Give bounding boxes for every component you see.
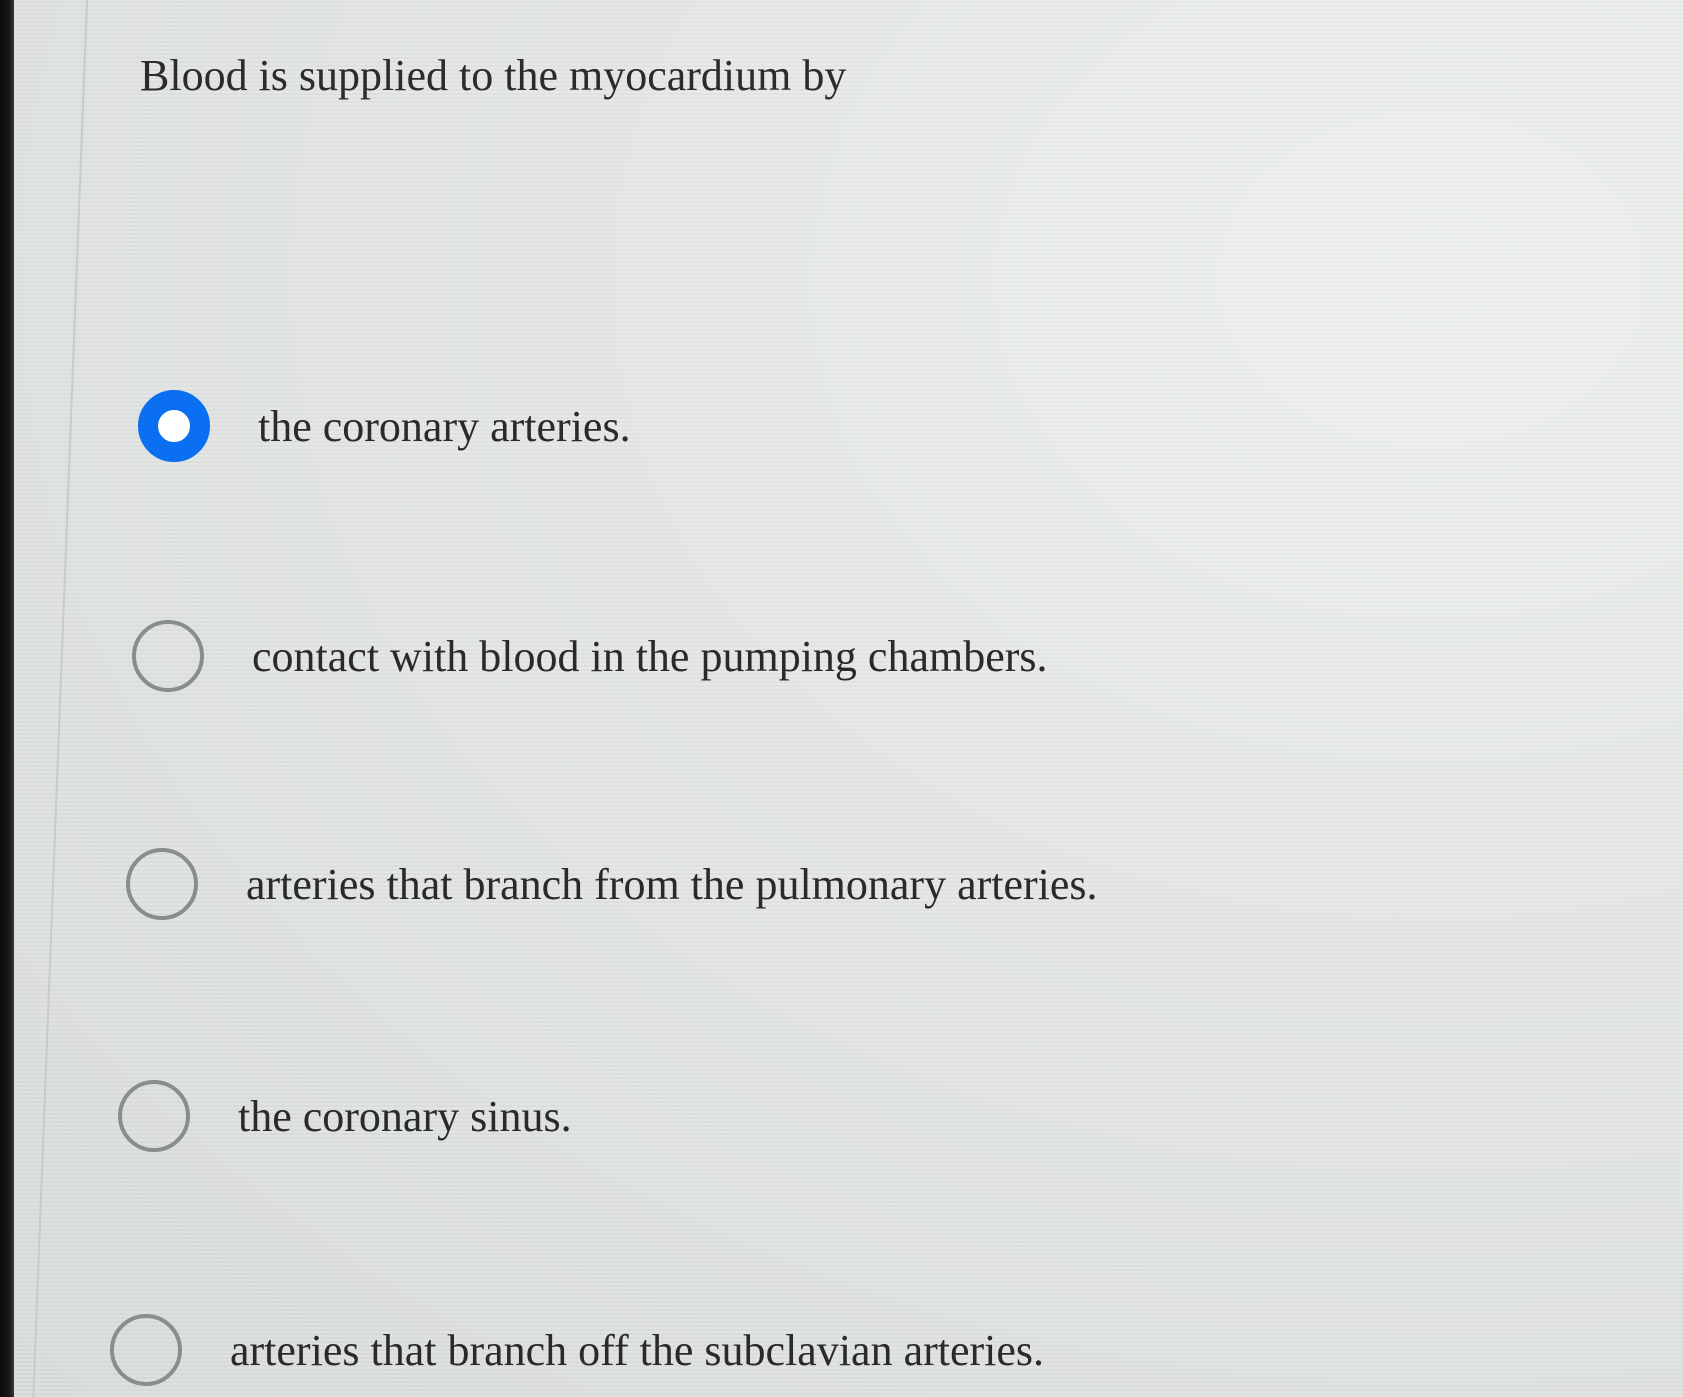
radio-unselected-icon[interactable] <box>118 1080 190 1152</box>
option-label: arteries that branch off the subclavian … <box>230 1325 1045 1375</box>
radio-unselected-icon[interactable] <box>110 1314 182 1386</box>
option-label: arteries that branch from the pulmonary … <box>246 859 1098 909</box>
radio-selected-icon[interactable] <box>138 390 210 462</box>
quiz-screen: Blood is supplied to the myocardium by t… <box>0 0 1683 1397</box>
radio-unselected-icon[interactable] <box>132 620 204 692</box>
option-coronary-arteries[interactable]: the coronary arteries. <box>138 390 631 462</box>
panel-edge-divider <box>32 0 88 1397</box>
radio-unselected-icon[interactable] <box>126 848 198 920</box>
option-coronary-sinus[interactable]: the coronary sinus. <box>118 1080 572 1152</box>
option-label: the coronary sinus. <box>238 1091 572 1141</box>
monitor-bezel <box>0 0 14 1397</box>
option-label: contact with blood in the pumping chambe… <box>252 631 1048 681</box>
option-subclavian-branches[interactable]: arteries that branch off the subclavian … <box>110 1314 1044 1386</box>
option-pulmonary-branches[interactable]: arteries that branch from the pulmonary … <box>126 848 1098 920</box>
option-contact-with-blood[interactable]: contact with blood in the pumping chambe… <box>132 620 1048 692</box>
option-label: the coronary arteries. <box>258 401 631 451</box>
question-text: Blood is supplied to the myocardium by <box>140 51 847 100</box>
